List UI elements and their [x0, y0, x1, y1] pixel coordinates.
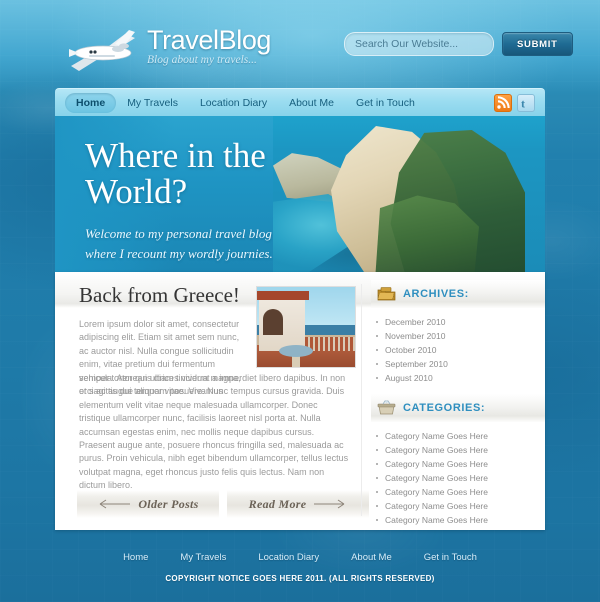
older-posts-label: Older Posts [138, 496, 199, 511]
thumb-roof [257, 291, 309, 300]
nav-items: Home My Travels Location Diary About Me … [65, 93, 426, 113]
social-links: t [494, 94, 535, 112]
search-area: SUBMIT [344, 32, 573, 56]
list-item[interactable]: Category Name Goes Here [371, 501, 545, 515]
list-item[interactable]: Category Name Goes Here [371, 487, 545, 501]
content-panel: Back from Greece! Lorem ipsum dolor sit … [55, 272, 545, 530]
list-item[interactable]: Category Name Goes Here [371, 431, 545, 445]
box-icon [377, 400, 396, 415]
nav-item-get-in-touch[interactable]: Get in Touch [345, 93, 426, 113]
site-header: TravelBlog Blog about my travels... SUBM… [0, 0, 600, 88]
svg-text:t: t [521, 97, 525, 111]
hero-banner: Where in the World? Welcome to my person… [55, 116, 545, 272]
list-item[interactable]: Category Name Goes Here [371, 445, 545, 459]
nav-item-location-diary[interactable]: Location Diary [189, 93, 278, 113]
categories-list: Category Name Goes Here Category Name Go… [371, 431, 545, 529]
copyright-notice: COPYRIGHT NOTICE GOES HERE 2011. (ALL RI… [165, 574, 435, 583]
hero-text: Where in the World? Welcome to my person… [85, 138, 385, 263]
footer-link-location-diary[interactable]: Location Diary [258, 552, 319, 563]
twitter-icon[interactable]: t [517, 94, 535, 112]
sidebar: ARCHIVES: December 2010 November 2010 Oc… [361, 272, 545, 530]
article-paragraph-rest: semper tortor quis diam tincidunt a impe… [79, 373, 349, 491]
categories-widget: CATEGORIES: Category Name Goes Here Cate… [371, 394, 545, 529]
list-item[interactable]: September 2010 [371, 359, 545, 373]
sidebar-divider [361, 284, 362, 516]
hero-subtitle-line2: where I recount my wordly journies. [85, 246, 273, 261]
hero-heading-line2: World? [85, 172, 188, 211]
footer-link-get-in-touch[interactable]: Get in Touch [424, 552, 477, 563]
list-item[interactable]: Category Name Goes Here [371, 459, 545, 473]
read-more-label: Read More [248, 496, 307, 511]
archives-header: ARCHIVES: [371, 280, 545, 308]
older-posts-button[interactable]: Older Posts [77, 490, 219, 518]
article-actions: Older Posts Read More [55, 488, 369, 522]
airplane-icon [69, 30, 135, 71]
nav-item-home[interactable]: Home [65, 93, 117, 113]
nav-item-about-me[interactable]: About Me [278, 93, 345, 113]
archives-list: December 2010 November 2010 October 2010… [371, 317, 545, 387]
brand[interactable]: TravelBlog Blog about my travels... [147, 25, 271, 66]
list-item[interactable]: December 2010 [371, 317, 545, 331]
read-more-button[interactable]: Read More [227, 490, 369, 518]
article-title: Back from Greece! [79, 283, 240, 307]
rss-icon[interactable] [494, 94, 512, 112]
search-submit-button[interactable]: SUBMIT [502, 32, 573, 56]
main-navigation: Home My Travels Location Diary About Me … [55, 88, 545, 117]
arrow-right-icon [314, 499, 345, 509]
hero-subtitle-line1: Welcome to my personal travel blog [85, 226, 272, 241]
footer-link-home[interactable]: Home [123, 552, 148, 563]
footer-navigation: Home My Travels Location Diary About Me … [0, 552, 600, 563]
archives-title: ARCHIVES: [403, 288, 469, 300]
list-item[interactable]: August 2010 [371, 373, 545, 387]
list-item[interactable]: November 2010 [371, 331, 545, 345]
brand-tagline: Blog about my travels... [147, 54, 257, 66]
categories-title: CATEGORIES: [403, 402, 486, 414]
article-thumbnail [256, 286, 356, 368]
list-item[interactable]: October 2010 [371, 345, 545, 359]
archives-widget: ARCHIVES: December 2010 November 2010 Oc… [371, 280, 545, 387]
site-footer: Home My Travels Location Diary About Me … [0, 540, 600, 602]
nav-item-my-travels[interactable]: My Travels [116, 93, 189, 113]
thumb-archway [263, 309, 283, 335]
hero-heading-line1: Where in the [85, 136, 266, 175]
categories-header: CATEGORIES: [371, 394, 545, 422]
list-item[interactable]: Category Name Goes Here [371, 473, 545, 487]
search-input[interactable] [344, 32, 494, 56]
arrow-left-icon [100, 499, 131, 509]
folder-icon [377, 287, 396, 301]
article: Back from Greece! Lorem ipsum dolor sit … [55, 272, 369, 530]
list-item[interactable]: Category Name Goes Here [371, 515, 545, 529]
thumb-table-top [279, 345, 313, 357]
footer-link-about-me[interactable]: About Me [351, 552, 392, 563]
brand-title: TravelBlog [147, 25, 272, 55]
footer-link-my-travels[interactable]: My Travels [180, 552, 226, 563]
